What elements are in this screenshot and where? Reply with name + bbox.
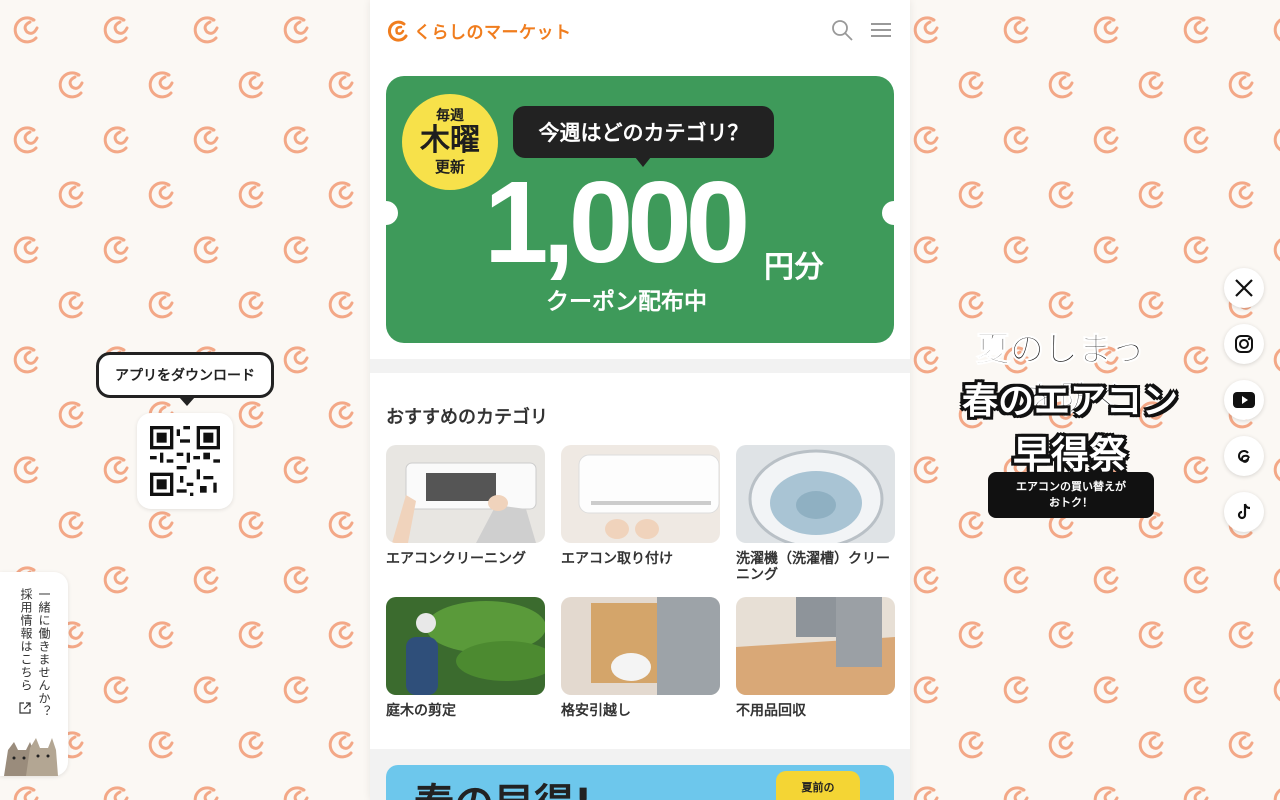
main-column: くらしのマーケット 毎週 木曜 更新 今週はどのカテゴリ？ 1,000 円分 ク… <box>370 0 910 800</box>
badge-top: 毎週 <box>436 108 464 124</box>
tiktok-icon[interactable] <box>1224 492 1264 532</box>
spring-banner-text: 春の早得! <box>414 771 592 800</box>
category-card-washing-machine[interactable]: 洗濯機（洗濯槽）クリーニング <box>736 445 895 583</box>
cats-illustration <box>4 738 58 776</box>
spring-sale-banner[interactable]: 春の早得! 夏前の <box>386 765 894 800</box>
badge-mid: 木曜 <box>420 123 480 158</box>
social-links <box>1224 268 1264 532</box>
coupon-subtitle: クーポン配布中 <box>546 289 707 315</box>
tree-pruning-image <box>386 597 545 695</box>
hero-section: 毎週 木曜 更新 今週はどのカテゴリ？ 1,000 円分 クーポン配布中 <box>370 60 910 359</box>
instagram-icon[interactable] <box>1224 324 1264 364</box>
badge-bottom: 更新 <box>434 158 465 176</box>
qr-code-icon <box>150 426 220 496</box>
aircon-promo[interactable]: 夏のしまった!を防ぐ 春のエアコン 早得祭 エアコンの買い替えが おトク！ <box>960 304 1180 520</box>
external-link-icon <box>19 702 31 714</box>
category-label: 不用品回収 <box>736 703 806 719</box>
category-card-aircon-cleaning[interactable]: エアコンクリーニング <box>386 445 545 583</box>
youtube-icon[interactable] <box>1224 380 1264 420</box>
junk-removal-image <box>736 597 895 695</box>
category-card-aircon-install[interactable]: エアコン取り付け <box>561 445 720 583</box>
promo-pill: エアコンの買い替えが おトク！ <box>988 472 1154 518</box>
x-icon[interactable] <box>1224 268 1264 308</box>
category-label: エアコン取り付け <box>561 551 673 567</box>
category-label: 格安引越し <box>561 703 631 719</box>
aircon-install-image <box>561 445 720 543</box>
threads-icon[interactable] <box>1224 436 1264 476</box>
category-label: 庭木の剪定 <box>386 703 456 719</box>
hamburger-menu-icon[interactable] <box>870 18 894 42</box>
spring-banner-tag: 夏前の <box>776 771 860 800</box>
coupon-amount: 1,000 <box>484 157 750 287</box>
app-download-bubble: アプリをダウンロード <box>96 352 274 406</box>
aircon-cleaning-image <box>386 445 545 543</box>
recommended-categories: おすすめのカテゴリ エアコンクリーニング エアコン取り付け 洗濯機（洗濯槽）クリ… <box>370 373 910 749</box>
promo-line2: 春のエアコン <box>961 381 1178 422</box>
app-qr-code[interactable] <box>137 413 233 509</box>
promo-pill-line1: エアコンの買い替えが <box>1016 480 1126 493</box>
site-logo[interactable]: くらしのマーケット <box>386 18 572 43</box>
category-card-junk-removal[interactable]: 不用品回収 <box>736 597 895 719</box>
category-label: 洗濯機（洗濯槽）クリーニング <box>736 551 890 583</box>
ticket-notch-left <box>386 201 398 225</box>
section-title: おすすめのカテゴリ <box>386 407 548 428</box>
promo-pill-line2: おトク！ <box>1049 496 1093 509</box>
category-question-bubble: 今週はどのカテゴリ？ <box>513 106 774 167</box>
recruit-line1: 一緒に働きませんか？ <box>37 588 51 718</box>
moving-image <box>561 597 720 695</box>
coupon-banner[interactable]: 毎週 木曜 更新 今週はどのカテゴリ？ 1,000 円分 クーポン配布中 <box>386 76 894 343</box>
washing-machine-image <box>736 445 895 543</box>
promo-line3: 早得祭 <box>1012 433 1127 477</box>
category-label: エアコンクリーニング <box>386 551 526 567</box>
category-card-tree-pruning[interactable]: 庭木の剪定 <box>386 597 545 719</box>
app-download-label: アプリをダウンロード <box>115 368 255 384</box>
brand-logo-icon <box>388 20 408 42</box>
recruit-panel[interactable]: 一緒に働きませんか？ 採用情報はこちら <box>0 572 68 776</box>
recruit-line2: 採用情報はこちら <box>19 588 33 692</box>
brand-name: くらしのマーケット <box>414 22 572 43</box>
search-icon[interactable] <box>830 18 854 42</box>
site-header: くらしのマーケット <box>370 0 910 60</box>
ticket-notch-right <box>882 201 894 225</box>
coupon-amount-unit: 円分 <box>764 250 824 285</box>
category-card-moving[interactable]: 格安引越し <box>561 597 720 719</box>
